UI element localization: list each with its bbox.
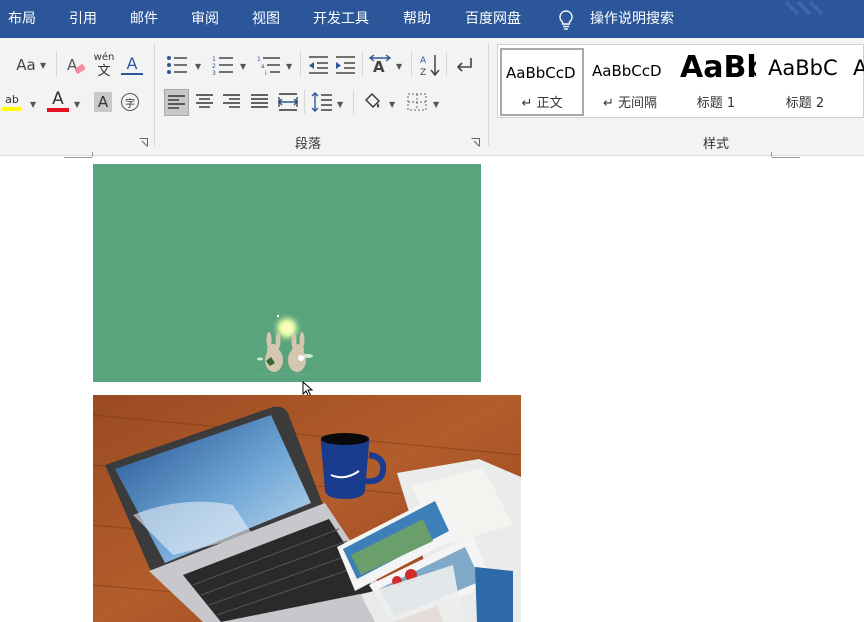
styles-group-label: 样式 [703, 137, 730, 152]
change-case-button[interactable]: Aa [14, 54, 38, 76]
divider [304, 90, 305, 114]
show-paragraph-marks-icon[interactable] [453, 55, 475, 75]
bullets-icon[interactable] [166, 55, 188, 75]
align-left-icon [168, 95, 185, 109]
tab-view[interactable]: 视图 [252, 0, 280, 38]
increase-indent-icon[interactable] [334, 55, 356, 75]
style-name: 标题 1 [696, 96, 736, 111]
svg-text:1: 1 [257, 56, 261, 63]
style-preview: AaBbCcD [592, 62, 662, 80]
style-partial[interactable]: A [850, 48, 864, 116]
svg-text:A: A [373, 58, 385, 76]
green-animated-image[interactable] [93, 164, 481, 382]
svg-text:Z: Z [420, 68, 426, 77]
dialog-launcher-icon[interactable] [471, 138, 480, 147]
decrease-indent-icon[interactable] [307, 55, 329, 75]
style-preview: AaBbCcD [506, 64, 576, 82]
dialog-launcher-icon[interactable] [139, 138, 148, 147]
tab-developer[interactable]: 开发工具 [313, 0, 369, 38]
tab-layout[interactable]: 布局 [8, 0, 36, 38]
chevron-down-icon[interactable]: ▼ [30, 100, 36, 109]
chevron-down-icon[interactable]: ▼ [286, 62, 292, 71]
lightbulb-icon[interactable] [556, 9, 576, 31]
group-divider [488, 44, 489, 146]
photo-illustration [93, 395, 521, 622]
multilevel-list-icon[interactable]: 1ai [257, 55, 281, 75]
style-name: ↵ 正文 [521, 96, 563, 111]
style-preview: AaBbC [768, 56, 838, 80]
text-direction-icon[interactable]: A [368, 54, 392, 76]
shading-icon[interactable] [361, 91, 383, 113]
tell-me-search[interactable]: 操作说明搜索 [590, 0, 674, 38]
justify-icon[interactable] [251, 94, 268, 110]
clear-formatting-icon[interactable]: A [64, 53, 88, 77]
distributed-align-icon[interactable] [278, 93, 298, 111]
margin-marker [64, 157, 92, 158]
divider [300, 52, 301, 76]
chevron-down-icon[interactable]: ▼ [195, 62, 201, 71]
divider [446, 52, 447, 76]
tab-review[interactable]: 审阅 [191, 0, 219, 38]
tab-references[interactable]: 引用 [69, 0, 97, 38]
title-decoration-icon [784, 0, 824, 16]
svg-text:i: i [265, 70, 267, 75]
text-effects-button[interactable]: A [121, 53, 143, 75]
svg-text:1: 1 [212, 56, 216, 63]
margin-marker [771, 152, 772, 157]
chevron-down-icon[interactable]: ▼ [389, 100, 395, 109]
character-shading-button[interactable]: A [94, 92, 112, 112]
align-center-icon[interactable] [196, 94, 213, 110]
font-color-swatch [47, 108, 69, 112]
highlight-button[interactable]: ab [2, 92, 22, 106]
align-right-icon[interactable] [223, 94, 240, 110]
chevron-down-icon[interactable]: ▼ [74, 100, 80, 109]
chevron-down-icon[interactable]: ▼ [433, 100, 439, 109]
chevron-down-icon[interactable]: ▼ [337, 100, 343, 109]
group-divider [154, 44, 155, 146]
tab-help[interactable]: 帮助 [403, 0, 431, 38]
enclose-characters-button[interactable]: 字 [121, 93, 139, 111]
style-heading-2[interactable]: AaBbC 标题 2 [764, 48, 846, 116]
ribbon-tab-bar: 布局 引用 邮件 审阅 视图 开发工具 帮助 百度网盘 操作说明搜索 [0, 0, 864, 38]
tab-baidu-netdisk[interactable]: 百度网盘 [465, 0, 521, 38]
divider [353, 90, 354, 114]
svg-text:3: 3 [212, 70, 216, 75]
paragraph-group-label: 段落 [295, 137, 322, 152]
chevron-down-icon[interactable]: ▼ [40, 61, 46, 70]
sort-icon[interactable]: A Z [419, 53, 441, 77]
chevron-down-icon[interactable]: ▼ [396, 62, 402, 71]
style-no-spacing[interactable]: AaBbCcD ↵ 无间隔 [588, 48, 672, 116]
font-color-button[interactable]: A [48, 89, 68, 109]
laptop-coffee-maps-photo[interactable] [93, 395, 521, 622]
style-name: 标题 2 [785, 96, 825, 111]
svg-text:2: 2 [212, 63, 216, 70]
borders-icon[interactable] [407, 93, 427, 111]
tab-mailings[interactable]: 邮件 [130, 0, 158, 38]
numbering-icon[interactable]: 123 [212, 55, 234, 75]
divider [56, 52, 57, 76]
style-preview: AaBb [680, 50, 756, 85]
line-spacing-icon[interactable] [311, 92, 333, 112]
style-heading-1[interactable]: AaBb 标题 1 [676, 48, 756, 116]
margin-marker [772, 157, 800, 158]
chevron-down-icon[interactable]: ▼ [240, 62, 246, 71]
svg-text:A: A [420, 56, 427, 66]
style-name: ↵ 无间隔 [602, 96, 658, 111]
margin-marker [92, 152, 93, 157]
highlight-color-swatch [2, 107, 22, 111]
style-preview: A [853, 56, 864, 80]
style-normal[interactable]: AaBbCcD ↵ 正文 [500, 48, 584, 116]
align-left-button[interactable] [164, 89, 189, 116]
svg-text:a: a [261, 63, 265, 70]
divider [362, 52, 363, 76]
phonetic-guide-button[interactable]: 文 [94, 62, 114, 79]
bunnies-lantern-icon [257, 312, 317, 375]
divider [411, 52, 412, 76]
